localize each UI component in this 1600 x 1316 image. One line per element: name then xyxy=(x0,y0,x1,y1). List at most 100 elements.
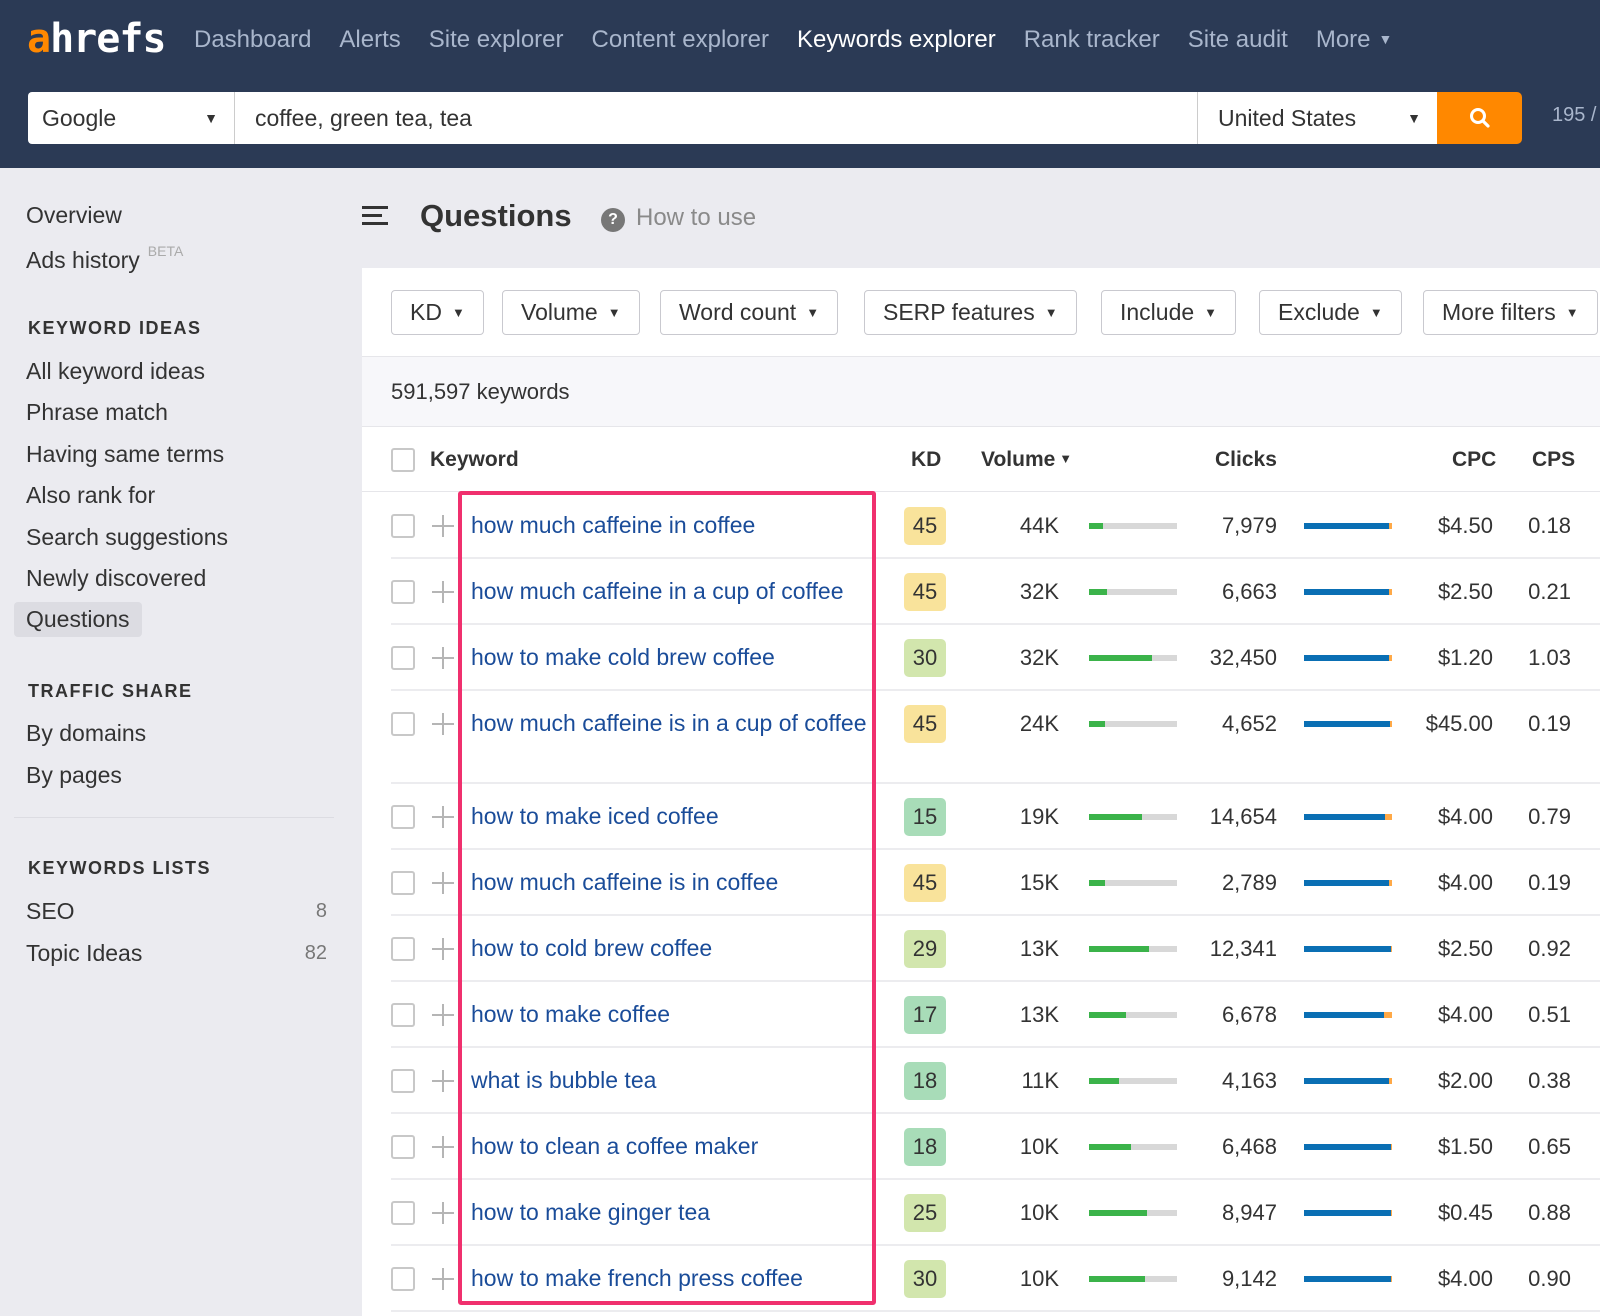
row-checkbox[interactable] xyxy=(391,514,415,538)
add-to-list-plus-icon[interactable] xyxy=(431,1267,455,1291)
clicks-bar-organic-fill xyxy=(1304,589,1390,595)
row-checkbox[interactable] xyxy=(391,871,415,895)
row-checkbox[interactable] xyxy=(391,1135,415,1159)
filter-include[interactable]: Include ▼ xyxy=(1101,290,1237,335)
keyword-link[interactable]: how much caffeine in a cup of coffee xyxy=(471,576,881,607)
sidebar-item-also-rank-for[interactable]: Also rank for xyxy=(26,482,155,509)
row-checkbox[interactable] xyxy=(391,712,415,736)
clicks-bar xyxy=(1304,721,1392,727)
nav-alerts[interactable]: Alerts xyxy=(339,26,400,54)
add-to-list-plus-icon[interactable] xyxy=(431,937,455,961)
filter-bar: KD ▼ Volume ▼ Word count ▼ SERP features ▼ I… xyxy=(362,268,1600,357)
column-header-clicks[interactable]: Clicks xyxy=(1215,448,1277,472)
nav-dashboard[interactable]: Dashboard xyxy=(194,26,311,54)
sidebar-item-newly-discovered[interactable]: Newly discovered xyxy=(26,565,206,592)
keyword-link[interactable]: how much caffeine is in coffee xyxy=(471,867,881,898)
keyword-link[interactable]: how to make ginger tea xyxy=(471,1197,881,1228)
row-checkbox[interactable] xyxy=(391,1267,415,1291)
filter-serp-features[interactable]: SERP features ▼ xyxy=(864,290,1077,335)
column-header-kd[interactable]: KD xyxy=(911,448,941,472)
row-checkbox[interactable] xyxy=(391,580,415,604)
clicks-bar-organic-fill xyxy=(1304,1276,1392,1282)
table-row: how to clean a coffee maker 18 10K 6,468 $1.… xyxy=(391,1114,1600,1180)
cps-value: 0.18 xyxy=(1528,513,1571,538)
clicks-value: 32,450 xyxy=(1209,645,1277,670)
sidebar-item-topic-ideas-list[interactable]: Topic Ideas xyxy=(26,940,142,967)
row-checkbox[interactable] xyxy=(391,1069,415,1093)
sidebar-item-seo-list[interactable]: SEO xyxy=(26,898,75,925)
nav-keywords-explorer[interactable]: Keywords explorer xyxy=(797,26,996,54)
search-engine-select[interactable]: Google ▼ xyxy=(28,92,235,144)
volume-bar-fill xyxy=(1089,655,1153,661)
nav-site-audit[interactable]: Site audit xyxy=(1188,26,1288,54)
filter-more-filters[interactable]: More filters ▼ xyxy=(1423,290,1598,335)
clicks-bar-organic-fill xyxy=(1304,655,1390,661)
sidebar-item-all-keyword-ideas[interactable]: All keyword ideas xyxy=(26,358,205,385)
sidebar-item-by-domains[interactable]: By domains xyxy=(26,720,146,747)
add-to-list-plus-icon[interactable] xyxy=(431,1003,455,1027)
cpc-value: $4.00 xyxy=(1437,870,1493,895)
row-checkbox[interactable] xyxy=(391,1003,415,1027)
cpc-value: $2.00 xyxy=(1437,1068,1493,1093)
sidebar-item-by-pages[interactable]: By pages xyxy=(26,762,122,789)
row-checkbox[interactable] xyxy=(391,937,415,961)
add-to-list-plus-icon[interactable] xyxy=(431,580,455,604)
row-checkbox[interactable] xyxy=(391,805,415,829)
sidebar-item-ads-history[interactable]: Ads history BETA xyxy=(26,243,183,274)
keyword-link[interactable]: how much caffeine is in a cup of coffee xyxy=(471,708,881,739)
cps-value: 0.65 xyxy=(1528,1134,1571,1159)
nav-content-explorer[interactable]: Content explorer xyxy=(592,26,769,54)
sidebar-item-phrase-match[interactable]: Phrase match xyxy=(26,399,168,426)
sidebar-item-search-suggestions[interactable]: Search suggestions xyxy=(26,524,228,551)
keyword-link[interactable]: how to make iced coffee xyxy=(471,801,881,832)
column-header-cpc[interactable]: CPC xyxy=(1452,448,1496,472)
clicks-bar xyxy=(1304,1078,1392,1084)
sidebar-item-questions[interactable]: Questions xyxy=(14,602,142,637)
add-to-list-plus-icon[interactable] xyxy=(431,712,455,736)
column-header-keyword[interactable]: Keyword xyxy=(430,448,519,472)
keyword-link[interactable]: how to make cold brew coffee xyxy=(471,642,881,673)
row-checkbox[interactable] xyxy=(391,1201,415,1225)
filter-kd[interactable]: KD ▼ xyxy=(391,290,484,335)
how-to-use-link[interactable]: How to use xyxy=(636,204,756,232)
cps-value: 0.88 xyxy=(1528,1200,1571,1225)
volume-value: 15K xyxy=(1019,870,1059,895)
keyword-link[interactable]: how to make french press coffee xyxy=(471,1263,881,1294)
add-to-list-plus-icon[interactable] xyxy=(431,1069,455,1093)
keyword-link[interactable]: what is bubble tea xyxy=(471,1065,881,1096)
keyword-link[interactable]: how much caffeine in coffee xyxy=(471,510,881,541)
help-icon[interactable]: ? xyxy=(601,208,625,232)
filter-word-count[interactable]: Word count ▼ xyxy=(660,290,839,335)
keyword-link[interactable]: how to cold brew coffee xyxy=(471,933,881,964)
caret-down-icon: ▼ xyxy=(1044,305,1058,320)
keyword-link[interactable]: how to make coffee xyxy=(471,999,881,1030)
add-to-list-plus-icon[interactable] xyxy=(431,1135,455,1159)
sidebar-divider xyxy=(14,817,334,818)
ahrefs-logo[interactable]: ahrefs xyxy=(27,16,167,62)
keyword-link[interactable]: how to clean a coffee maker xyxy=(471,1131,881,1162)
hamburger-menu-icon[interactable] xyxy=(362,206,390,226)
add-to-list-plus-icon[interactable] xyxy=(431,646,455,670)
nav-more[interactable]: More ▼ xyxy=(1316,26,1393,54)
add-to-list-plus-icon[interactable] xyxy=(431,514,455,538)
add-to-list-plus-icon[interactable] xyxy=(431,805,455,829)
nav-site-explorer[interactable]: Site explorer xyxy=(429,26,564,54)
country-select[interactable]: United States ▼ xyxy=(1197,92,1437,144)
add-to-list-plus-icon[interactable] xyxy=(431,871,455,895)
filter-volume[interactable]: Volume ▼ xyxy=(502,290,640,335)
keywords-input[interactable] xyxy=(235,92,1197,144)
kd-badge: 45 xyxy=(904,864,946,902)
column-header-cps[interactable]: CPS xyxy=(1532,448,1575,472)
filter-exclude[interactable]: Exclude ▼ xyxy=(1259,290,1402,335)
sidebar-item-having-same-terms[interactable]: Having same terms xyxy=(26,441,224,468)
nav-rank-tracker[interactable]: Rank tracker xyxy=(1024,26,1160,54)
column-header-volume[interactable]: Volume ▼ xyxy=(981,448,1072,472)
row-checkbox[interactable] xyxy=(391,646,415,670)
select-all-checkbox[interactable] xyxy=(391,448,415,472)
add-to-list-plus-icon[interactable] xyxy=(431,1201,455,1225)
clicks-bar xyxy=(1304,589,1392,595)
search-button[interactable] xyxy=(1437,92,1522,144)
sidebar-item-overview[interactable]: Overview xyxy=(26,202,122,229)
kd-badge: 29 xyxy=(904,930,946,968)
clicks-bar-organic-fill xyxy=(1304,1078,1390,1084)
